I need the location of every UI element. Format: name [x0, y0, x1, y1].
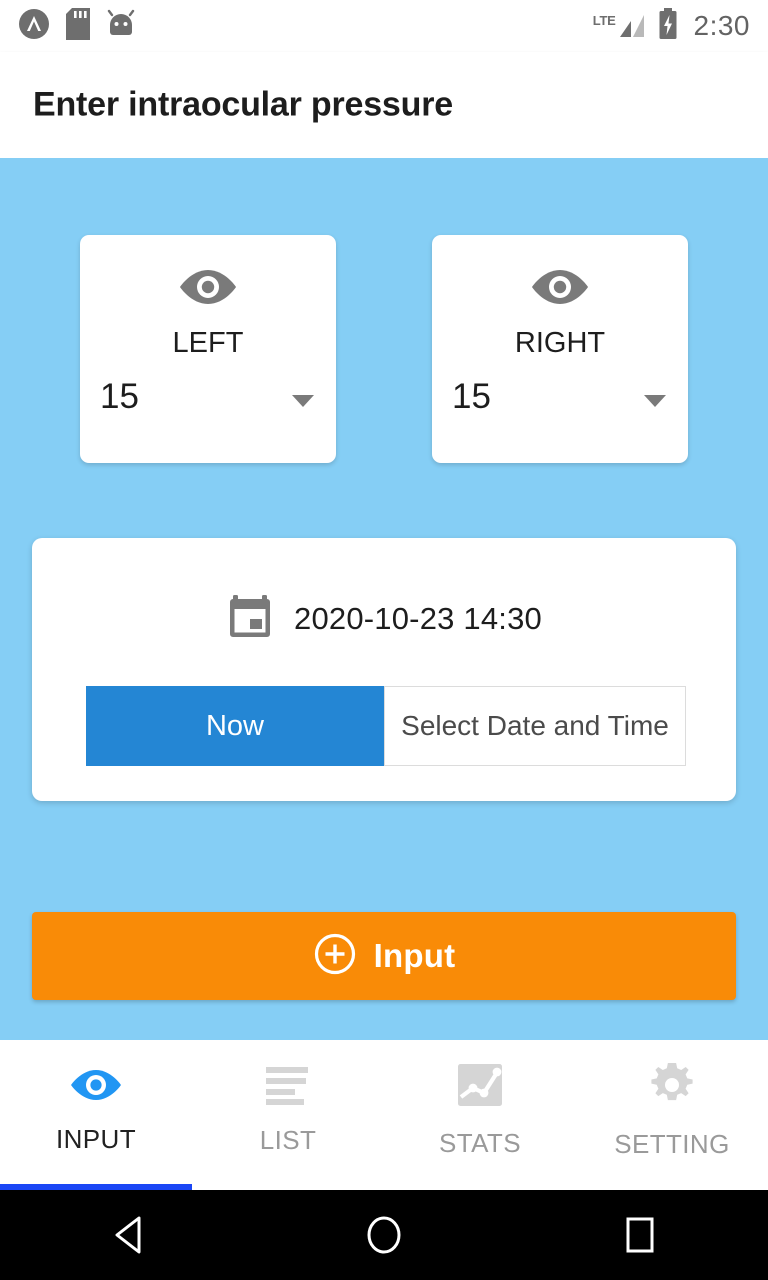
- datetime-button-group: Now Select Date and Time: [86, 686, 686, 766]
- tab-setting-label: SETTING: [614, 1129, 730, 1159]
- lte-label: LTE: [592, 13, 616, 28]
- input-submit-label: Input: [373, 937, 456, 974]
- eye-cards-row: LEFT 15 RIGHT 15: [0, 235, 768, 467]
- tab-input[interactable]: INPUT: [0, 1040, 192, 1190]
- chevron-down-icon: [292, 395, 314, 407]
- android-nav-bar: [0, 1190, 768, 1280]
- tab-stats[interactable]: STATS: [384, 1040, 576, 1190]
- calendar-icon: [226, 592, 274, 645]
- status-bar-right-icons: LTE 2:30: [593, 7, 750, 45]
- tab-setting[interactable]: SETTING: [576, 1040, 768, 1190]
- lte-signal-icon: LTE: [593, 11, 646, 41]
- left-eye-card[interactable]: LEFT 15: [80, 235, 336, 463]
- left-eye-value: 15: [100, 377, 139, 416]
- select-date-time-button[interactable]: Select Date and Time: [384, 686, 686, 766]
- android-head-icon: [106, 9, 136, 44]
- status-bar: LTE 2:30: [0, 0, 768, 52]
- app-chevron-icon: [18, 8, 50, 45]
- datetime-card: 2020-10-23 14:30 Now Select Date and Tim…: [32, 538, 736, 801]
- plus-circle-icon: [313, 932, 357, 981]
- right-eye-value-dropdown[interactable]: 15: [432, 377, 688, 429]
- right-eye-card[interactable]: RIGHT 15: [432, 235, 688, 463]
- tab-input-label: INPUT: [56, 1124, 136, 1154]
- tab-stats-label: STATS: [439, 1128, 521, 1158]
- phone-screen: LTE 2:30 Enter intraocular pressure LEFT…: [0, 0, 768, 1280]
- chart-icon: [456, 1061, 504, 1114]
- home-circle-icon[interactable]: [314, 1190, 454, 1280]
- page-title: Enter intraocular pressure: [33, 85, 453, 124]
- status-bar-left-icons: [18, 7, 136, 45]
- tab-list[interactable]: LIST: [192, 1040, 384, 1190]
- left-eye-label: LEFT: [172, 327, 244, 359]
- eye-icon: [529, 265, 591, 314]
- battery-charging-icon: [658, 7, 678, 45]
- right-eye-value: 15: [452, 377, 491, 416]
- eye-icon: [68, 1065, 124, 1110]
- input-submit-button[interactable]: Input: [32, 912, 736, 1000]
- bottom-tab-bar: INPUT LIST STATS SETTING: [0, 1040, 768, 1190]
- eye-icon: [177, 265, 239, 314]
- recents-square-icon[interactable]: [570, 1190, 710, 1280]
- main-content: LEFT 15 RIGHT 15 2020-10-23 14:30 Now Se…: [0, 158, 768, 1040]
- chevron-down-icon: [644, 395, 666, 407]
- gear-icon: [647, 1060, 697, 1115]
- left-eye-value-dropdown[interactable]: 15: [80, 377, 336, 429]
- app-title-bar: Enter intraocular pressure: [0, 52, 768, 158]
- now-button[interactable]: Now: [86, 686, 384, 766]
- datetime-display-row: 2020-10-23 14:30: [32, 592, 736, 645]
- status-bar-clock: 2:30: [693, 10, 750, 41]
- back-triangle-icon[interactable]: [58, 1190, 198, 1280]
- list-icon: [263, 1064, 313, 1111]
- sd-card-icon: [66, 7, 90, 45]
- datetime-value: 2020-10-23 14:30: [294, 600, 542, 636]
- tab-list-label: LIST: [259, 1125, 317, 1155]
- right-eye-label: RIGHT: [514, 327, 606, 359]
